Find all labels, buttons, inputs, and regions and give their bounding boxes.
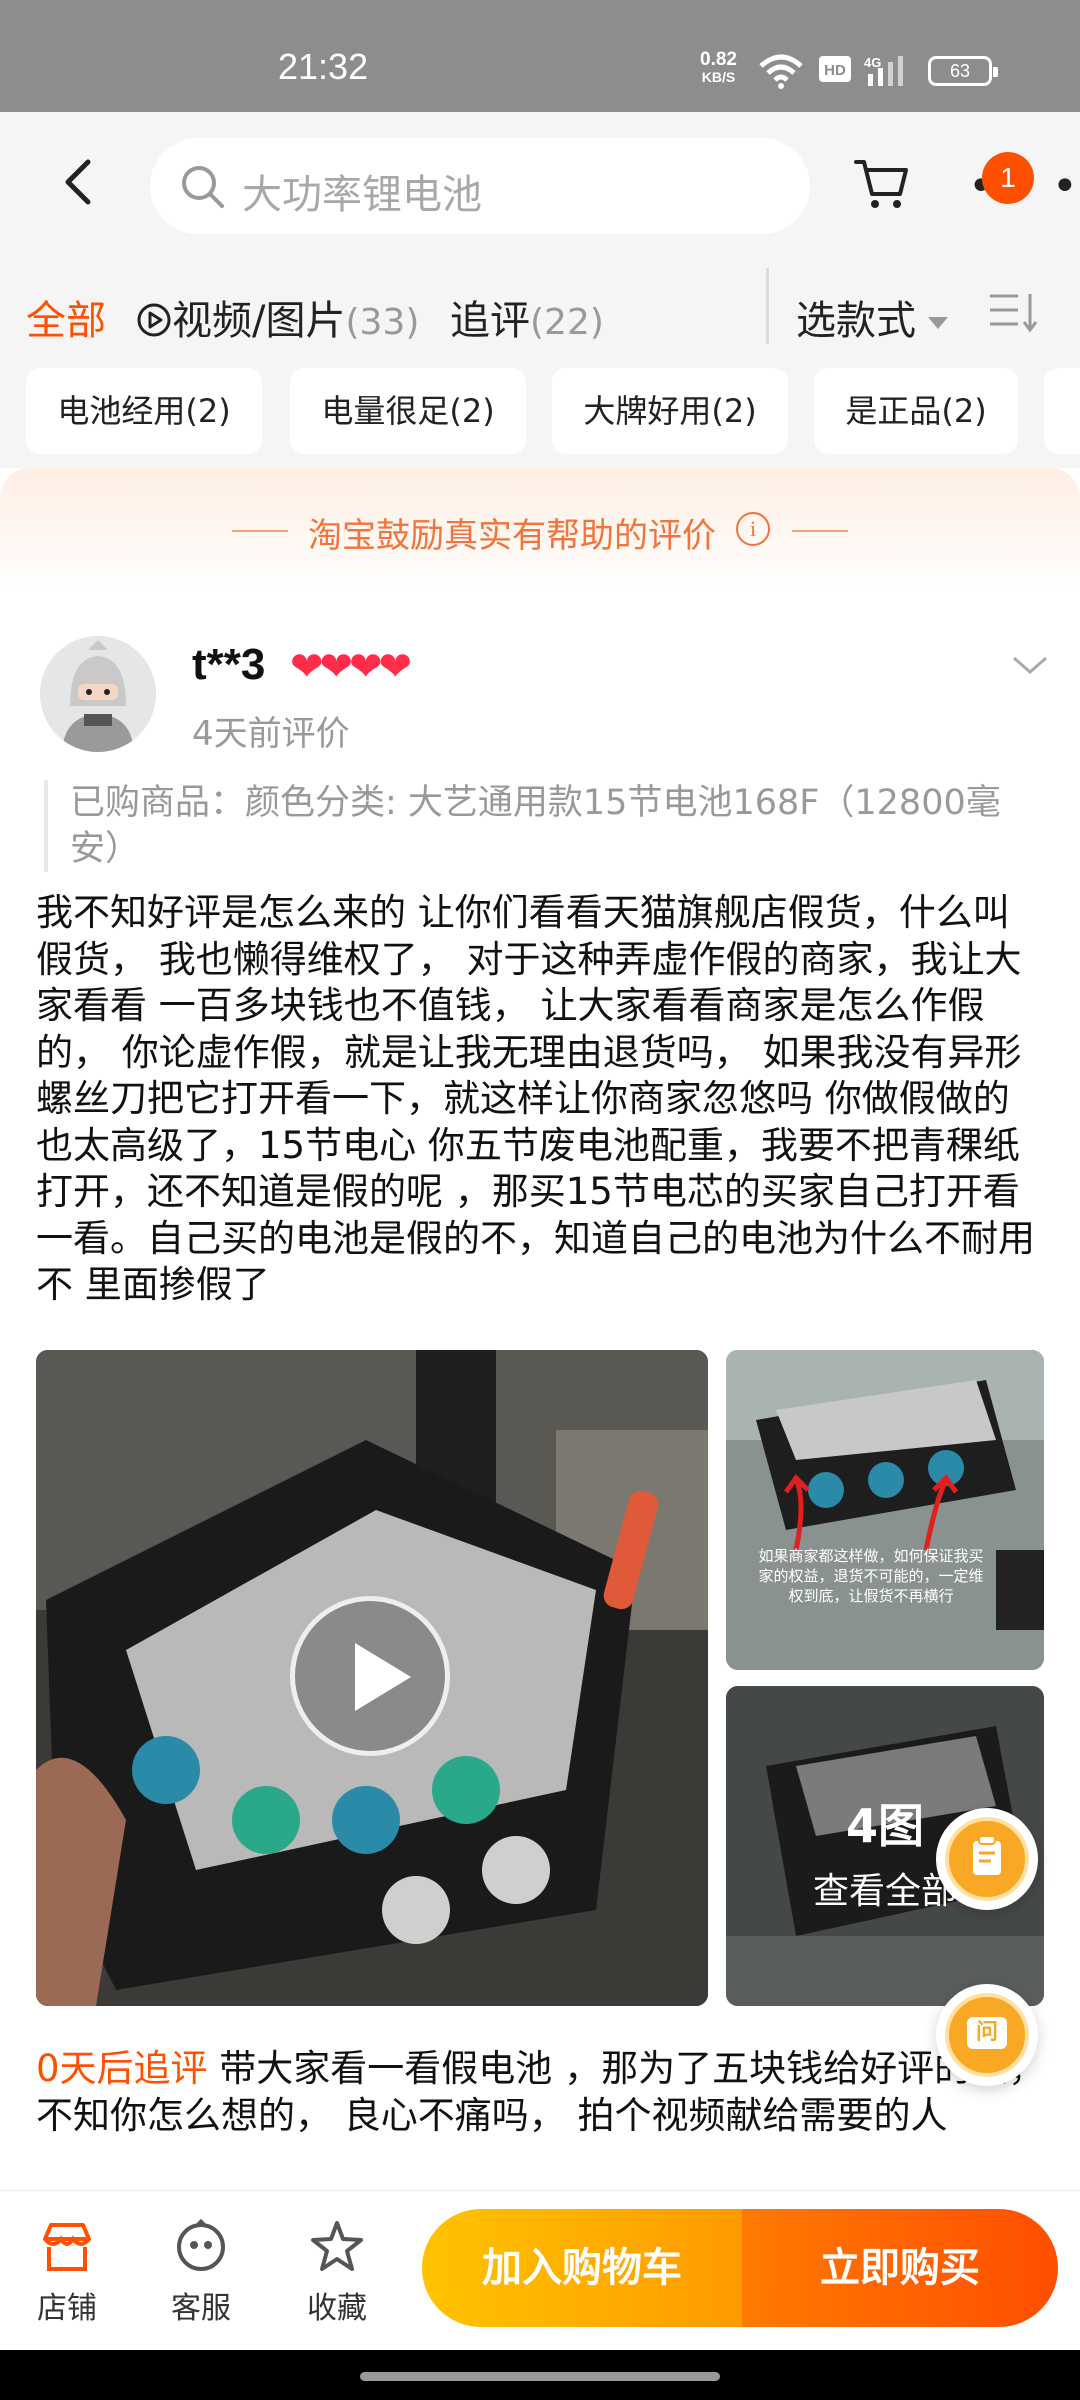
play-button-icon[interactable] xyxy=(290,1596,450,1756)
svg-text:HD: HD xyxy=(824,62,846,79)
ask-icon-bg: 问 xyxy=(945,1993,1029,2077)
ask-icon: 问 xyxy=(967,2017,1007,2049)
signal-icon: 4G xyxy=(864,55,903,86)
status-time: 21:32 xyxy=(278,46,369,87)
tag-chip-count: (2) xyxy=(941,392,987,430)
image-caption: 如果商家都这样做，如何保证我买家的权益，退货不可能的，一定维权到底，让假货不再横… xyxy=(758,1547,984,1605)
divider xyxy=(766,268,769,344)
tag-chip-label: 是正品 xyxy=(845,392,942,430)
notes-icon-bg xyxy=(945,1817,1029,1901)
tag-chip-label: 电量很足 xyxy=(321,392,450,430)
svg-text:4G: 4G xyxy=(864,55,881,70)
favorite-button[interactable]: 收藏 xyxy=(282,2219,392,2327)
avatar[interactable] xyxy=(40,636,156,752)
banner-divider-right xyxy=(792,530,848,532)
banner-divider-left xyxy=(232,530,288,532)
caret-down-icon xyxy=(928,317,948,329)
review-image[interactable]: 如果商家都这样做，如何保证我买家的权益，退货不可能的，一定维权到底，让假货不再横… xyxy=(726,1350,1044,1670)
tab-all-label: 全部 xyxy=(26,298,106,344)
tab-video-images[interactable]: 视频/图片(33) xyxy=(136,288,419,346)
style-select-label: 选款式 xyxy=(796,298,916,344)
network-speed-unit: KB/S xyxy=(701,69,736,85)
store-button[interactable]: 店铺 xyxy=(12,2219,122,2327)
followup-tag: 0天后追评 xyxy=(36,2047,208,2090)
review-card: t**3 ❤❤❤❤ 4天前评价 已购商品：颜色分类: 大艺通用款15节电池168… xyxy=(0,592,1080,2190)
tag-chip-partial[interactable] xyxy=(1044,368,1080,454)
chevron-down-icon[interactable] xyxy=(1010,652,1050,680)
store-label: 店铺 xyxy=(37,2291,97,2326)
filter-tabs: 全部 视频/图片(33) 追评(22) 选款式 xyxy=(0,258,1080,368)
chat-bot-icon xyxy=(177,2218,225,2271)
hd-icon: HD xyxy=(819,56,851,82)
followup-review: 0天后追评 带大家看一看假电池 ，那为了五块钱给好评的人，不知你怎么想的， 良心… xyxy=(36,2046,1046,2139)
system-nav-bar xyxy=(0,2350,1080,2400)
network-speed: 0.82 KB/S xyxy=(700,49,737,85)
tag-chip[interactable]: 是正品(2) xyxy=(814,368,1018,454)
floating-notes-button[interactable] xyxy=(936,1808,1038,1910)
review-content: 我不知好评是怎么来的 让你们看看天猫旗舰店假货，什么叫假货， 我也懒得维权了， … xyxy=(36,891,1035,1306)
customer-service-button[interactable]: 客服 xyxy=(146,2218,256,2327)
tag-chip-label: 大牌好用 xyxy=(583,392,712,430)
image-thumbnail xyxy=(726,1350,1044,1670)
add-to-cart-button[interactable]: 加入购物车 xyxy=(422,2209,742,2327)
home-indicator[interactable] xyxy=(360,2372,720,2381)
play-circle-icon xyxy=(137,303,171,337)
search-icon xyxy=(182,166,224,208)
tab-followup-label: 追评 xyxy=(450,298,530,344)
floating-ask-button[interactable]: 问 xyxy=(936,1984,1038,2086)
message-badge: 1 xyxy=(982,152,1034,204)
more-menu-button[interactable]: • • 1 xyxy=(968,152,1078,210)
tag-chip[interactable]: 电量很足(2) xyxy=(290,368,526,454)
sort-icon[interactable] xyxy=(988,290,1040,334)
star-icon xyxy=(311,2221,363,2271)
tag-chip-count: (2) xyxy=(185,392,231,430)
search-bar[interactable]: 大功率锂电池 xyxy=(150,138,810,234)
service-label: 客服 xyxy=(171,2291,231,2326)
status-bar: 21:32 0.82 KB/S HD 4G 63 xyxy=(0,0,1080,112)
tab-followup-count: (22) xyxy=(530,302,604,343)
notes-icon xyxy=(973,1835,1001,1875)
tag-chip-count: (2) xyxy=(449,392,495,430)
info-icon[interactable]: i xyxy=(736,512,770,546)
tag-chip-count: (2) xyxy=(711,392,757,430)
back-arrow-icon[interactable] xyxy=(52,154,108,210)
reviewer-name: t**3 xyxy=(192,640,266,689)
tab-video-images-count: (33) xyxy=(345,302,420,343)
favorite-label: 收藏 xyxy=(307,2291,367,2326)
tab-video-images-label: 视频/图片 xyxy=(172,298,346,344)
network-speed-value: 0.82 xyxy=(700,49,737,70)
buy-now-button[interactable]: 立即购买 xyxy=(742,2209,1058,2327)
wifi-icon xyxy=(759,54,803,89)
bottom-action-bar: 店铺 客服 收藏 加入购物车 立即购买 xyxy=(0,2190,1080,2350)
tag-chip[interactable]: 电池经用(2) xyxy=(26,368,262,454)
tab-followup[interactable]: 追评(22) xyxy=(450,288,604,346)
tag-row: 电池经用(2) 电量很足(2) 大牌好用(2) 是正品(2) xyxy=(0,368,1080,468)
avatar-image xyxy=(40,636,156,752)
review-video[interactable] xyxy=(36,1350,708,2006)
top-header: 大功率锂电池 • • 1 xyxy=(0,112,1080,258)
tab-all[interactable]: 全部 xyxy=(26,288,106,346)
reviewer-level-hearts: ❤❤❤❤ xyxy=(290,644,412,690)
battery-indicator: 63 xyxy=(928,56,998,86)
tag-chip-label: 电池经用 xyxy=(57,392,186,430)
review-time: 4天前评价 xyxy=(192,714,350,754)
purchased-item: 已购商品：颜色分类: 大艺通用款15节电池168F（12800毫安） xyxy=(44,780,1004,872)
banner-text: 淘宝鼓励真实有帮助的评价 xyxy=(308,516,716,556)
tag-chip[interactable]: 大牌好用(2) xyxy=(552,368,788,454)
cart-icon[interactable] xyxy=(852,154,912,214)
style-select[interactable]: 选款式 xyxy=(796,288,948,346)
search-placeholder: 大功率锂电池 xyxy=(242,172,482,218)
review-encourage-banner: 淘宝鼓励真实有帮助的评价 i xyxy=(0,468,1080,592)
store-icon xyxy=(43,2223,91,2271)
